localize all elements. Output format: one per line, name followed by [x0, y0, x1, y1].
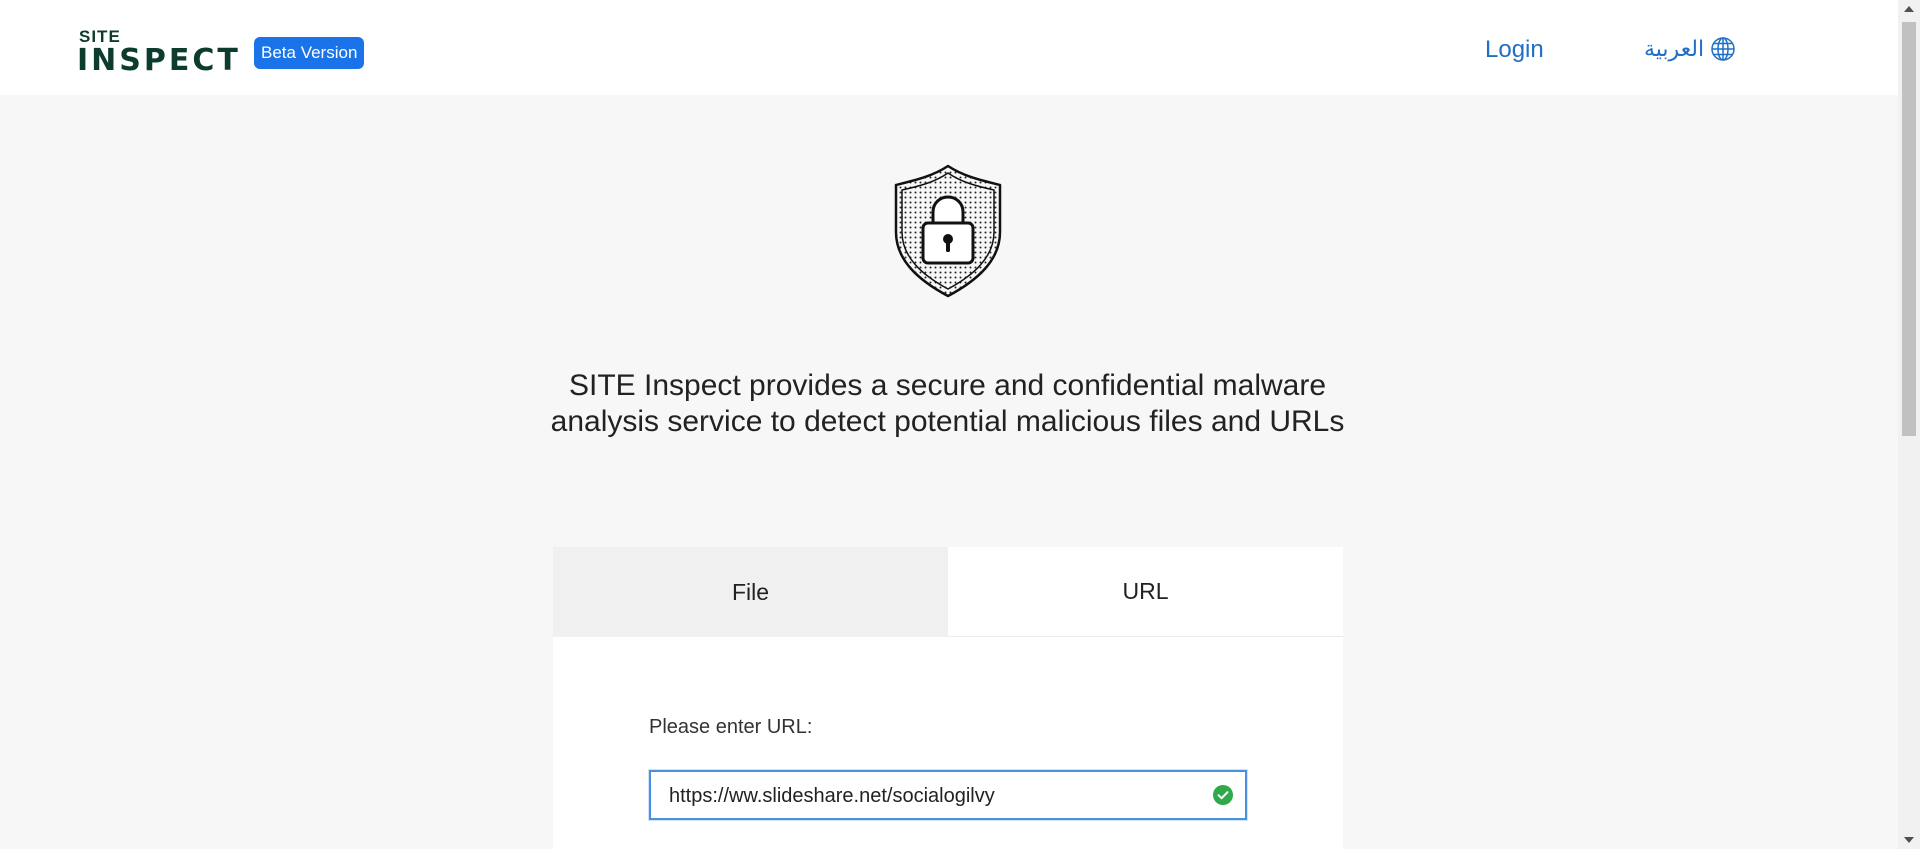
tab-file[interactable]: File: [553, 547, 948, 637]
top-navigation-bar: SITE INSPECT Beta Version Login العربية: [0, 0, 1898, 95]
login-link[interactable]: Login: [1485, 36, 1544, 64]
scrollbar-thumb[interactable]: [1902, 22, 1916, 436]
url-field-label: Please enter URL:: [649, 716, 813, 738]
language-switcher[interactable]: العربية: [1644, 34, 1736, 64]
vertical-scrollbar[interactable]: [1898, 0, 1920, 849]
scroll-down-arrow-icon[interactable]: [1898, 831, 1920, 849]
logo-inspect-text: INSPECT: [77, 43, 241, 78]
check-circle-icon: [1213, 785, 1233, 805]
input-type-tabs: File URL: [553, 547, 1343, 637]
url-field-container: [649, 770, 1247, 820]
page: SITE INSPECT Beta Version Login العربية: [0, 0, 1920, 849]
beta-version-badge: Beta Version: [254, 37, 365, 69]
url-input[interactable]: [667, 772, 1211, 820]
globe-icon: [1710, 36, 1736, 62]
language-label: العربية: [1644, 36, 1705, 61]
page-headline: SITE Inspect provides a secure and confi…: [550, 369, 1345, 438]
site-inspect-logo[interactable]: SITE INSPECT: [77, 27, 247, 78]
shield-lock-icon: [888, 160, 1008, 300]
scroll-up-arrow-icon[interactable]: [1898, 0, 1920, 18]
tab-url[interactable]: URL: [948, 547, 1343, 637]
url-form-panel: Please enter URL:: [553, 637, 1343, 849]
